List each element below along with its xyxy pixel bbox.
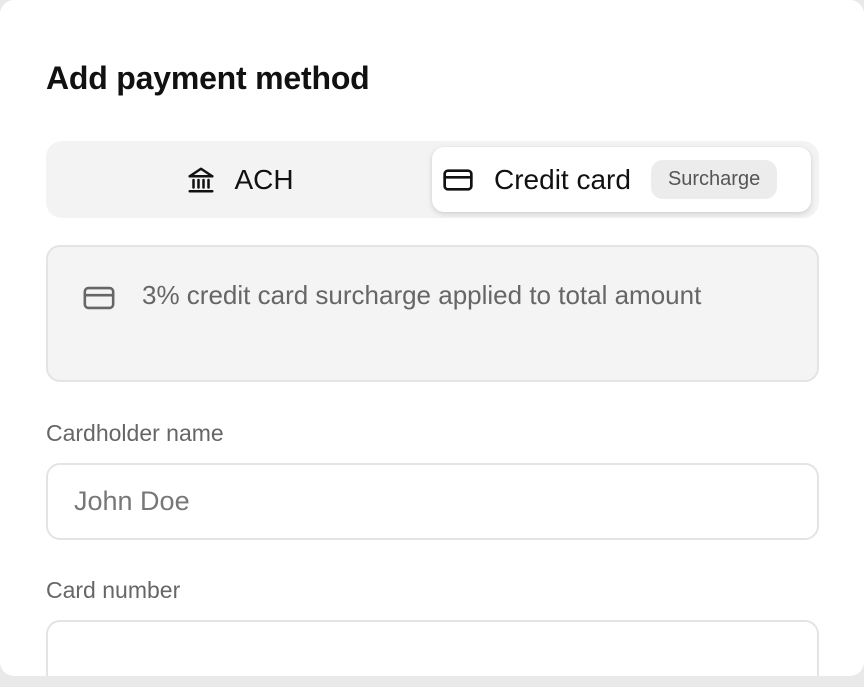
card-number-input[interactable]	[46, 620, 819, 676]
surcharge-notice: 3% credit card surcharge applied to tota…	[46, 245, 819, 382]
method-option-credit-card[interactable]: Credit card Surcharge	[432, 147, 811, 212]
method-option-ach[interactable]: ACH	[50, 147, 430, 212]
surcharge-badge: Surcharge	[650, 160, 778, 199]
method-option-credit-card-label: Credit card	[494, 163, 631, 195]
surcharge-notice-text: 3% credit card surcharge applied to tota…	[142, 280, 702, 310]
bank-icon	[188, 167, 214, 192]
dialog-title: Add payment method	[46, 60, 370, 96]
card-number-label: Card number	[46, 577, 181, 603]
cardholder-name-label: Cardholder name	[46, 420, 224, 446]
method-option-ach-label: ACH	[234, 163, 294, 195]
payment-dialog: Add payment method ACH Credit card Surch…	[0, 0, 864, 676]
cardholder-name-input[interactable]	[46, 463, 819, 540]
payment-method-selector: ACH Credit card Surcharge	[46, 141, 819, 218]
credit-card-icon	[83, 286, 115, 310]
credit-card-icon	[443, 168, 473, 191]
